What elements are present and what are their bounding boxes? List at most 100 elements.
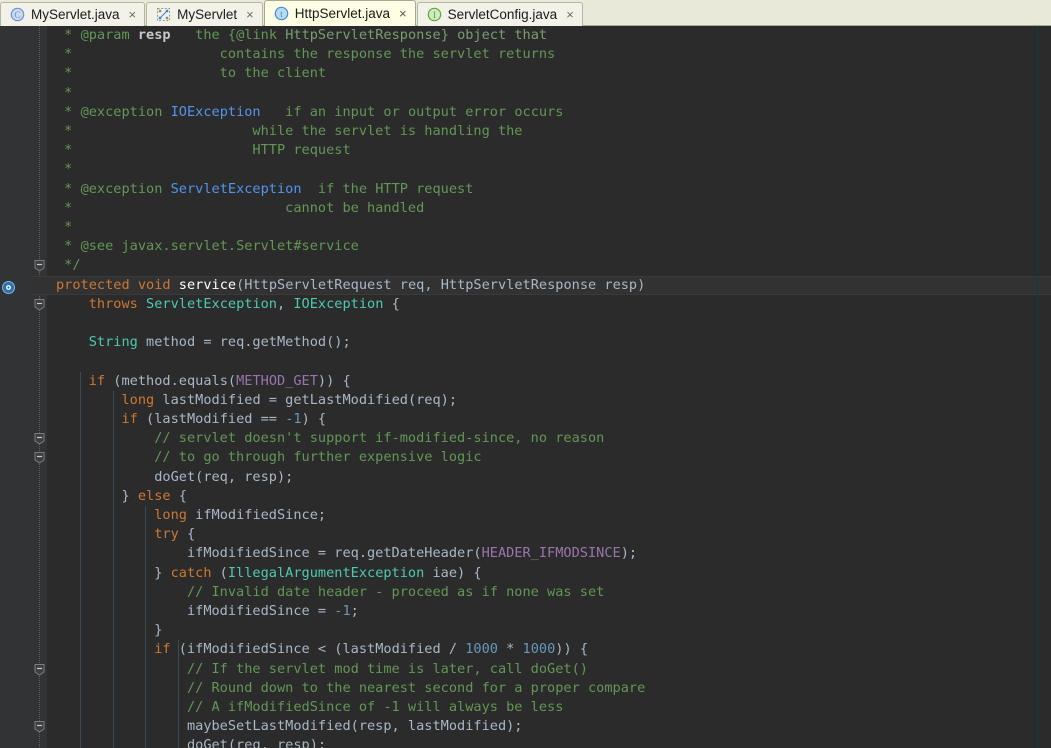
code-line[interactable]: doGet(req, resp);: [47, 736, 326, 748]
code-line[interactable]: maybeSetLastModified(resp, lastModified)…: [47, 717, 523, 736]
code-line[interactable]: if (ifModifiedSince < (lastModified / 10…: [47, 640, 588, 659]
code-token: )) {: [555, 641, 588, 657]
code-token: [162, 181, 170, 197]
code-line[interactable]: // Invalid date header - proceed as if n…: [47, 583, 604, 602]
code-line[interactable]: try {: [47, 525, 195, 544]
code-token: {: [171, 488, 187, 504]
code-token: * while the servlet is handling the: [56, 123, 523, 139]
code-line[interactable]: // to go through further expensive logic: [47, 448, 482, 467]
code-token: [130, 277, 138, 293]
code-token: *: [56, 27, 81, 43]
fold-collapse-icon[interactable]: [33, 720, 46, 733]
code-token: HttpServletResponse} object that: [277, 27, 547, 43]
code-line[interactable]: // servlet doesn't support if-modified-s…: [47, 429, 604, 448]
code-token: *: [56, 85, 72, 101]
code-token: [56, 392, 121, 408]
code-token: ifModifiedSince;: [187, 507, 326, 523]
code-line[interactable]: }: [47, 621, 162, 640]
code-line[interactable]: * cannot be handled: [47, 199, 424, 218]
editor-tab-httpservlet-java[interactable]: tHttpServlet.java×: [264, 0, 416, 26]
editor-tab-servletconfig-java[interactable]: IServletConfig.java×: [417, 2, 583, 26]
code-token: ServletException: [171, 181, 302, 197]
fold-collapse-icon[interactable]: [33, 259, 46, 272]
code-token: lastModified = getLastModified(req);: [154, 392, 457, 408]
code-line[interactable]: if (lastModified == -1) {: [47, 410, 326, 429]
code-line[interactable]: *: [47, 84, 72, 103]
close-icon[interactable]: ×: [566, 8, 574, 21]
code-line[interactable]: *: [47, 160, 72, 179]
code-line[interactable]: long ifModifiedSince;: [47, 506, 326, 525]
code-token: @see: [81, 238, 114, 254]
close-icon[interactable]: ×: [246, 8, 254, 21]
fold-end-icon[interactable]: [33, 432, 46, 445]
code-line[interactable]: String method = req.getMethod();: [47, 333, 351, 352]
code-token: ) {: [302, 411, 327, 427]
code-line[interactable]: protected void service(HttpServletReques…: [47, 276, 645, 295]
code-token: {: [383, 296, 399, 312]
editor-tab-label: ServletConfig.java: [448, 8, 558, 22]
code-token: *: [56, 161, 72, 177]
code-line[interactable]: [47, 314, 56, 333]
code-token: ServletException: [146, 296, 277, 312]
code-text-area[interactable]: * @param resp the {@link HttpServletResp…: [47, 26, 1051, 748]
code-editor[interactable]: * @param resp the {@link HttpServletResp…: [0, 26, 1051, 748]
fold-collapse-icon[interactable]: [33, 451, 46, 464]
code-token: );: [621, 545, 637, 561]
code-token: * HTTP request: [56, 142, 351, 158]
code-line[interactable]: ifModifiedSince = req.getDateHeader(HEAD…: [47, 544, 637, 563]
code-token: [162, 104, 170, 120]
code-line[interactable]: if (method.equals(METHOD_GET)) {: [47, 372, 351, 391]
code-token: */: [56, 257, 81, 273]
code-token: iae) {: [424, 565, 481, 581]
code-token: method = req.getMethod();: [138, 334, 351, 350]
editor-tab-myservlet-java[interactable]: C MyServlet.java ×: [0, 2, 145, 26]
code-token: [171, 277, 179, 293]
code-line[interactable]: * @exception ServletException if the HTT…: [47, 180, 473, 199]
code-line[interactable]: ifModifiedSince = -1;: [47, 602, 359, 621]
fold-end-icon[interactable]: [33, 663, 46, 676]
editor-tab-bar: CMyServlet.java×MyServlet×tHttpServlet.j…: [0, 0, 1051, 26]
code-token: doGet(req, resp);: [56, 469, 293, 485]
code-line[interactable]: throws ServletException, IOException {: [47, 295, 400, 314]
code-line[interactable]: * while the servlet is handling the: [47, 122, 523, 141]
code-line[interactable]: * @exception IOException if an input or …: [47, 103, 563, 122]
code-line[interactable]: } catch (IllegalArgumentException iae) {: [47, 564, 482, 583]
code-token: [56, 334, 89, 350]
editor-tab-myservlet[interactable]: MyServlet×: [146, 2, 263, 26]
code-token: *: [498, 641, 523, 657]
code-line[interactable]: * @param resp the {@link HttpServletResp…: [47, 26, 547, 45]
override-method-icon[interactable]: [2, 279, 15, 292]
close-icon[interactable]: ×: [399, 7, 407, 20]
code-token: long: [121, 392, 154, 408]
code-line[interactable]: [47, 352, 56, 371]
code-token: // Round down to the nearest second for …: [56, 680, 645, 696]
code-line[interactable]: } else {: [47, 487, 187, 506]
code-line[interactable]: // If the servlet mod time is later, cal…: [47, 660, 588, 679]
code-token: catch: [171, 565, 212, 581]
code-line[interactable]: long lastModified = getLastModified(req)…: [47, 391, 457, 410]
code-token: resp: [138, 27, 171, 43]
code-token: ifModifiedSince =: [56, 603, 334, 619]
code-line[interactable]: *: [47, 218, 72, 237]
code-line[interactable]: * @see javax.servlet.Servlet#service: [47, 237, 359, 256]
code-token: 1000: [465, 641, 498, 657]
code-line[interactable]: // Round down to the nearest second for …: [47, 679, 645, 698]
svg-text:C: C: [14, 11, 20, 21]
code-line[interactable]: // A ifModifiedSince of -1 will always b…: [47, 698, 563, 717]
code-token: [56, 411, 121, 427]
close-icon[interactable]: ×: [129, 8, 137, 21]
editor-gutter[interactable]: [0, 26, 32, 748]
code-token: [130, 27, 138, 43]
editor-tab-label: MyServlet.java: [31, 8, 120, 22]
code-line[interactable]: * to the client: [47, 64, 326, 83]
code-token: if: [121, 411, 137, 427]
code-token: @exception: [81, 181, 163, 197]
code-line[interactable]: */: [47, 256, 81, 275]
code-token: (lastModified ==: [138, 411, 285, 427]
code-line[interactable]: doGet(req, resp);: [47, 468, 293, 487]
deployment-descriptor-icon: [156, 7, 171, 22]
code-token: [56, 296, 89, 312]
fold-end-icon[interactable]: [33, 298, 46, 311]
code-line[interactable]: * HTTP request: [47, 141, 351, 160]
code-line[interactable]: * contains the response the servlet retu…: [47, 45, 555, 64]
